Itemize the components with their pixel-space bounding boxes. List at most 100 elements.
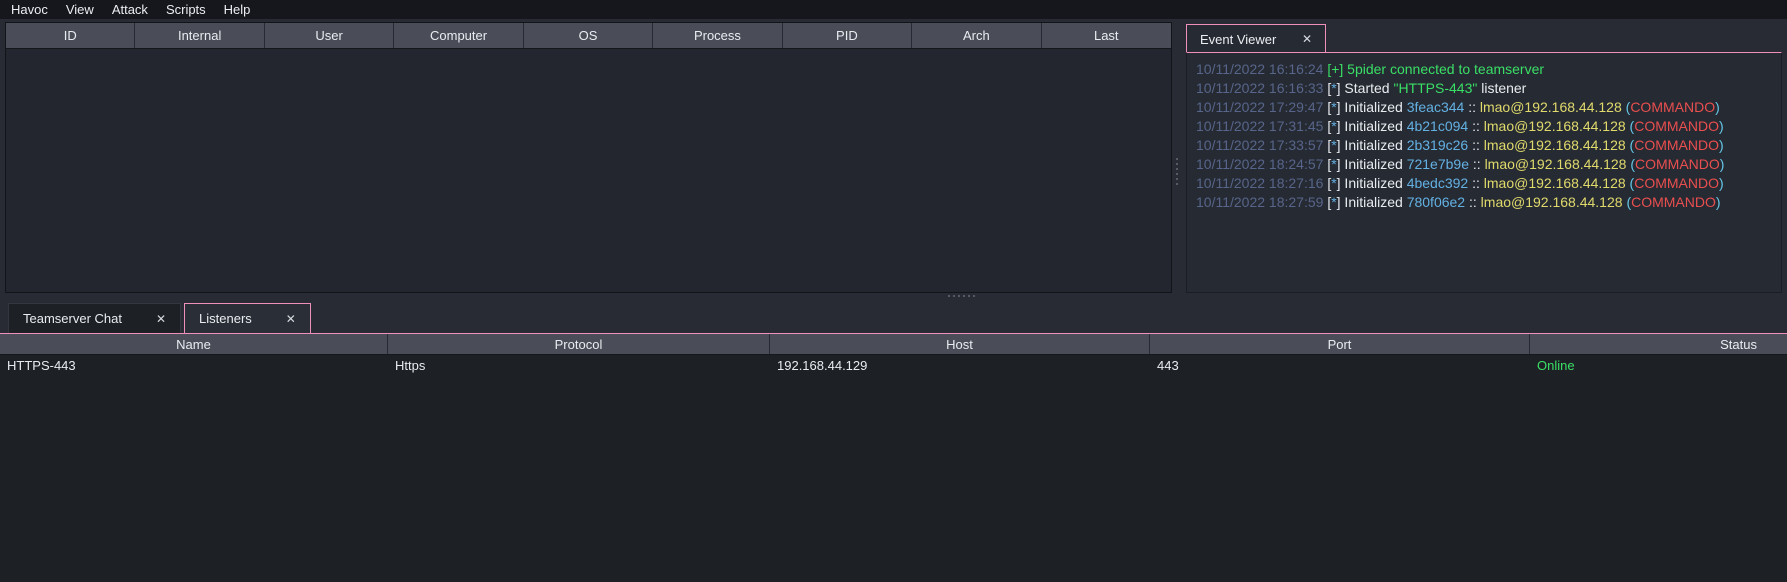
grip-dot: [1176, 178, 1178, 180]
event-log: 10/11/2022 16:16:24 [+] 5pider connected…: [1186, 52, 1782, 293]
log-line: 10/11/2022 18:24:57 [*] Initialized 721e…: [1196, 155, 1781, 174]
log-timestamp: 10/11/2022 18:27:16: [1196, 175, 1327, 191]
grip-dot: [968, 295, 970, 297]
menu-item-view[interactable]: View: [57, 2, 103, 17]
log-text: 2b319c26: [1407, 137, 1469, 153]
log-text: COMMANDO: [1634, 175, 1719, 191]
log-text: lmao@192.168.44.128: [1484, 118, 1626, 134]
menu-item-help[interactable]: Help: [215, 2, 260, 17]
log-text: COMMANDO: [1631, 194, 1716, 210]
sessions-column-pid: PID: [783, 23, 912, 48]
grip-dot: [958, 295, 960, 297]
tab-listeners-label: Listeners: [199, 311, 252, 326]
log-text: COMMANDO: [1634, 137, 1719, 153]
log-timestamp: 10/11/2022 17:33:57: [1196, 137, 1327, 153]
listener-cell-port: 443: [1150, 358, 1530, 373]
log-text: COMMANDO: [1635, 156, 1720, 172]
log-text: lmao@192.168.44.128: [1485, 156, 1627, 172]
log-text: lmao@192.168.44.128: [1484, 175, 1626, 191]
log-line: 10/11/2022 17:33:57 [*] Initialized 2b31…: [1196, 136, 1781, 155]
log-line: 10/11/2022 18:27:59 [*] Initialized 780f…: [1196, 193, 1781, 212]
log-text: ] Initialized: [1337, 175, 1407, 191]
log-text: ::: [1468, 175, 1484, 191]
log-text: ] Initialized: [1337, 156, 1407, 172]
log-text: ::: [1468, 137, 1484, 153]
listeners-column-port: Port: [1150, 334, 1530, 354]
log-text: ::: [1468, 118, 1484, 134]
log-timestamp: 10/11/2022 18:24:57: [1196, 156, 1327, 172]
sessions-column-process: Process: [653, 23, 782, 48]
listeners-column-host: Host: [770, 334, 1150, 354]
grip-dot: [1176, 183, 1178, 185]
listener-cell-protocol: Https: [388, 358, 770, 373]
listeners-table-body: HTTPS-443Https192.168.44.129443Online: [0, 355, 1787, 375]
tab-listeners[interactable]: Listeners ✕: [184, 303, 311, 333]
log-text: ] Initialized: [1337, 137, 1407, 153]
grip-dot: [1176, 168, 1178, 170]
log-text: 4bedc392: [1407, 175, 1469, 191]
sessions-column-os: OS: [524, 23, 653, 48]
close-icon[interactable]: ✕: [286, 312, 296, 326]
close-icon[interactable]: ✕: [1302, 32, 1312, 46]
log-text: 3feac344: [1407, 99, 1465, 115]
listener-row[interactable]: HTTPS-443Https192.168.44.129443Online: [0, 355, 1787, 375]
sessions-table-header: IDInternalUserComputerOSProcessPIDArchLa…: [6, 23, 1171, 49]
log-text: 4b21c094: [1407, 118, 1469, 134]
log-text: "HTTPS-443": [1393, 80, 1477, 96]
log-text: ): [1719, 175, 1724, 191]
listeners-column-status: Status: [1530, 334, 1787, 354]
log-text: lmao@192.168.44.128: [1480, 99, 1622, 115]
sessions-column-internal: Internal: [135, 23, 264, 48]
listeners-table: NameProtocolHostPortStatus HTTPS-443Http…: [0, 333, 1787, 582]
log-text: ::: [1465, 194, 1481, 210]
bottom-dock: Teamserver Chat ✕ Listeners ✕ NameProtoc…: [0, 302, 1787, 582]
sessions-column-last: Last: [1042, 23, 1171, 48]
log-timestamp: 10/11/2022 18:27:59: [1196, 194, 1327, 210]
grip-dot: [973, 295, 975, 297]
event-viewer-panel: Event Viewer ✕ 10/11/2022 16:16:24 [+] 5…: [1186, 24, 1782, 293]
log-text: COMMANDO: [1634, 118, 1719, 134]
grip-dot: [963, 295, 965, 297]
close-icon[interactable]: ✕: [156, 312, 166, 326]
log-text: ): [1720, 156, 1725, 172]
log-line: 10/11/2022 17:29:47 [*] Initialized 3fea…: [1196, 98, 1781, 117]
grip-dot: [1176, 163, 1178, 165]
sessions-column-id: ID: [6, 23, 135, 48]
grip-dot: [1176, 158, 1178, 160]
log-text: lmao@192.168.44.128: [1481, 194, 1623, 210]
tab-event-viewer[interactable]: Event Viewer ✕: [1186, 24, 1326, 53]
log-timestamp: 10/11/2022 17:29:47: [1196, 99, 1327, 115]
menu-bar: HavocViewAttackScriptsHelp: [0, 0, 1787, 19]
listeners-table-header: NameProtocolHostPortStatus: [0, 334, 1787, 355]
log-timestamp: 10/11/2022 16:16:33: [1196, 80, 1327, 96]
log-text: lmao@192.168.44.128: [1484, 137, 1626, 153]
log-text: ): [1715, 99, 1720, 115]
horizontal-splitter-grip[interactable]: [948, 295, 975, 297]
log-text: COMMANDO: [1630, 99, 1715, 115]
log-text: ::: [1469, 156, 1485, 172]
listener-cell-host: 192.168.44.129: [770, 358, 1150, 373]
vertical-splitter-grip[interactable]: [1176, 158, 1178, 185]
menu-item-attack[interactable]: Attack: [103, 2, 157, 17]
listeners-column-protocol: Protocol: [388, 334, 770, 354]
log-timestamp: 10/11/2022 17:31:45: [1196, 118, 1327, 134]
listener-cell-name: HTTPS-443: [0, 358, 388, 373]
grip-dot: [1176, 173, 1178, 175]
menu-item-scripts[interactable]: Scripts: [157, 2, 215, 17]
sessions-column-computer: Computer: [394, 23, 523, 48]
bottom-tab-bar: Teamserver Chat ✕ Listeners ✕: [0, 302, 1787, 333]
log-line: 10/11/2022 18:27:16 [*] Initialized 4bed…: [1196, 174, 1781, 193]
listeners-column-name: Name: [0, 334, 388, 354]
log-timestamp: 10/11/2022 16:16:24: [1196, 61, 1327, 77]
menu-item-havoc[interactable]: Havoc: [2, 2, 57, 17]
log-text: 780f06e2: [1407, 194, 1465, 210]
log-text: ): [1719, 118, 1724, 134]
listener-cell-status: Online: [1530, 358, 1787, 373]
tab-teamserver-chat[interactable]: Teamserver Chat ✕: [8, 303, 181, 333]
sessions-column-user: User: [265, 23, 394, 48]
sessions-column-arch: Arch: [912, 23, 1041, 48]
sessions-table: IDInternalUserComputerOSProcessPIDArchLa…: [5, 22, 1172, 293]
log-text: listener: [1477, 80, 1526, 96]
log-line: 10/11/2022 16:16:24 [+] 5pider connected…: [1196, 60, 1781, 79]
tab-event-viewer-label: Event Viewer: [1200, 32, 1276, 47]
